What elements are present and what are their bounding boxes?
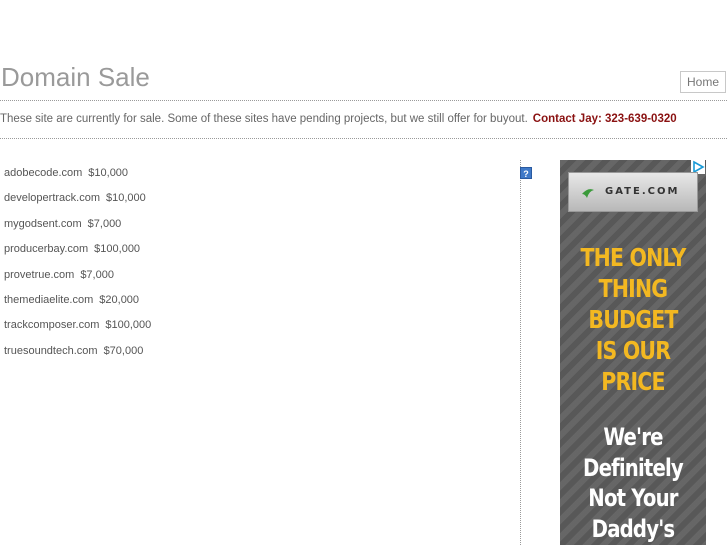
domain-name: provetrue.com bbox=[4, 268, 75, 281]
domain-name: truesoundtech.com bbox=[4, 344, 98, 357]
site-title: Domain Sale bbox=[1, 62, 150, 92]
domain-price: $7,000 bbox=[87, 217, 122, 230]
column-divider bbox=[520, 160, 521, 545]
domain-name: adobecode.com bbox=[4, 167, 83, 179]
domain-list: adobecode.com $10,000 developertrack.com $… bbox=[4, 167, 151, 370]
domain-name: mygodsent.com bbox=[4, 217, 82, 230]
gate-logo-icon bbox=[582, 189, 594, 198]
list-item: provetrue.com $7,000 bbox=[4, 269, 151, 294]
domain-name: trackcomposer.com bbox=[4, 319, 100, 332]
domain-price: $70,000 bbox=[103, 344, 144, 357]
list-item: truesoundtech.com $70,000 bbox=[4, 345, 151, 370]
ad-headline-line: THING bbox=[598, 274, 668, 303]
ad-headline-line: PRICE bbox=[601, 367, 665, 396]
help-question-icon[interactable]: ? bbox=[520, 167, 532, 179]
domain-price: $20,000 bbox=[99, 293, 140, 306]
top-divider bbox=[0, 100, 727, 101]
advertisement-banner[interactable]: GATE.COM THE ONLY THING BUDGET IS OUR PR… bbox=[560, 160, 706, 545]
list-item: producerbay.com $100,000 bbox=[4, 243, 151, 268]
domain-price: $10,000 bbox=[106, 192, 146, 205]
list-item: mygodsent.com $7,000 bbox=[4, 218, 151, 243]
domain-price: $10,000 bbox=[88, 167, 129, 179]
domain-price: $7,000 bbox=[80, 268, 114, 281]
ad-headline-line: BUDGET bbox=[588, 305, 678, 334]
list-item: developertrack.com $10,000 bbox=[4, 192, 151, 217]
ad-subline-line: We're bbox=[603, 423, 663, 451]
bottom-divider bbox=[0, 138, 727, 139]
ad-subline-line: Not Your bbox=[588, 484, 678, 512]
ad-logo-text: GATE.COM bbox=[605, 186, 680, 197]
domain-name: producerbay.com bbox=[4, 243, 89, 256]
intro-description: These site are currently for sale. Some … bbox=[0, 113, 528, 125]
list-item: themediaelite.com $20,000 bbox=[4, 294, 151, 319]
ad-headline: THE ONLY THING BUDGET IS OUR PRICE bbox=[573, 242, 693, 397]
ad-headline-line: IS OUR bbox=[595, 336, 671, 365]
ad-subline-line: Daddy's bbox=[591, 514, 675, 543]
list-item: trackcomposer.com $100,000 bbox=[4, 319, 151, 344]
contact-info: Contact Jay: 323-639-0320 bbox=[532, 113, 677, 125]
intro-text: These site are currently for sale. Some … bbox=[0, 113, 677, 125]
list-item: adobecode.com $10,000 bbox=[4, 167, 151, 192]
domain-name: developertrack.com bbox=[4, 192, 100, 205]
ad-headline-line: THE ONLY bbox=[580, 243, 686, 272]
home-button[interactable]: Home bbox=[680, 71, 726, 93]
ad-logo: GATE.COM bbox=[568, 172, 698, 212]
ad-subline: We're Definitely Not Your Daddy's bbox=[573, 422, 693, 544]
ad-subline-line: Definitely bbox=[583, 453, 684, 482]
domain-price: $100,000 bbox=[94, 243, 141, 256]
domain-price: $100,000 bbox=[105, 319, 152, 332]
domain-name: themediaelite.com bbox=[4, 293, 94, 306]
